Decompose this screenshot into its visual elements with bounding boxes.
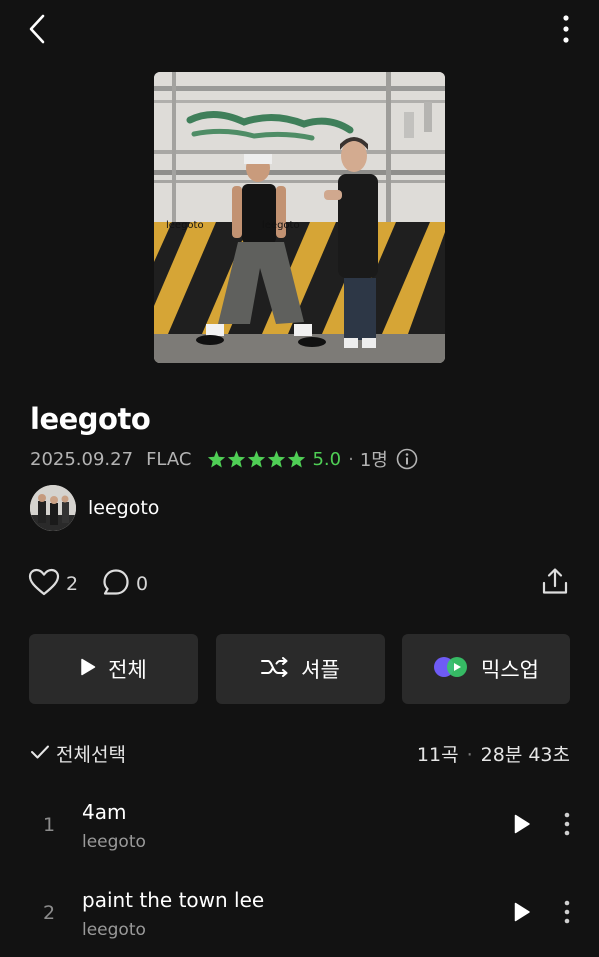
more-options-button[interactable] — [553, 14, 579, 48]
track-play-button[interactable] — [508, 812, 536, 840]
summary-separator: · — [466, 744, 473, 766]
release-date: 2025.09.27 — [30, 448, 134, 470]
play-icon — [513, 814, 531, 838]
star-icon — [228, 450, 246, 468]
total-duration: 28분 43초 — [480, 744, 570, 766]
select-all-button[interactable]: 전체선택 — [30, 740, 126, 767]
like-button[interactable]: 2 — [28, 568, 78, 600]
artist-link[interactable]: leegoto — [30, 484, 159, 532]
cover-text: leegoto — [262, 220, 300, 231]
track-more-button[interactable] — [556, 812, 578, 840]
album-title: leegoto — [30, 402, 151, 436]
track-count: 11곡 — [416, 744, 459, 766]
share-icon — [541, 567, 569, 599]
checkmark-icon — [30, 743, 50, 765]
track-summary: 11곡 · 28분 43초 — [417, 740, 570, 767]
track-play-button[interactable] — [508, 900, 536, 928]
more-vertical-icon — [564, 812, 570, 840]
track-list-header: 전체선택 11곡 · 28분 43초 — [30, 738, 570, 770]
actions-row: 2 0 — [28, 564, 572, 604]
star-icon — [268, 450, 286, 468]
artist-avatar — [30, 485, 76, 531]
more-vertical-icon — [563, 14, 569, 48]
select-all-label: 전체선택 — [56, 744, 126, 766]
star-icon — [288, 450, 306, 468]
track-title: 4am — [82, 800, 127, 824]
track-title: paint the town lee — [82, 888, 265, 912]
share-button[interactable] — [538, 566, 572, 600]
top-bar — [0, 0, 599, 62]
back-button[interactable] — [20, 14, 54, 48]
like-count: 2 — [66, 573, 79, 595]
album-cover[interactable]: leegoto leegoto — [154, 72, 445, 363]
rating-stars[interactable] — [207, 450, 307, 468]
mixup-label: 믹스업 — [481, 658, 539, 682]
shuffle-icon — [261, 656, 289, 682]
track-artist: leegoto — [82, 832, 146, 852]
shuffle-label: 셔플 — [301, 658, 340, 682]
meta-separator: · — [348, 448, 354, 470]
track-more-button[interactable] — [556, 900, 578, 928]
play-all-button[interactable]: 전체 — [29, 634, 198, 704]
shuffle-button[interactable]: 셔플 — [216, 634, 385, 704]
track-row[interactable]: 2 paint the town lee leegoto — [0, 874, 599, 954]
star-icon — [208, 450, 226, 468]
track-number: 1 — [43, 814, 56, 836]
track-row[interactable]: 1 4am leegoto — [0, 786, 599, 866]
info-icon[interactable] — [396, 448, 418, 470]
track-number: 2 — [43, 902, 56, 924]
audio-format: FLAC — [146, 448, 192, 470]
comment-count: 0 — [136, 573, 149, 595]
album-meta-row: 2025.09.27 FLAC 5.0 · 1명 — [30, 446, 418, 472]
play-icon — [513, 902, 531, 926]
more-vertical-icon — [564, 900, 570, 928]
artist-name: leegoto — [88, 497, 160, 519]
star-icon — [248, 450, 266, 468]
mixup-button[interactable]: 믹스업 — [402, 634, 570, 704]
mixup-icon — [433, 656, 469, 683]
rating-value: 5.0 — [312, 448, 342, 470]
cover-text: leegoto — [166, 220, 204, 231]
track-artist: leegoto — [82, 920, 146, 940]
play-all-label: 전체 — [108, 658, 147, 682]
rating-count: 1명 — [359, 450, 388, 471]
comment-button[interactable]: 0 — [102, 568, 148, 600]
heart-icon — [28, 568, 60, 600]
comment-icon — [102, 568, 130, 600]
playback-buttons: 전체 셔플 믹스업 — [29, 634, 570, 704]
play-icon — [80, 657, 96, 681]
chevron-left-icon — [28, 14, 46, 48]
